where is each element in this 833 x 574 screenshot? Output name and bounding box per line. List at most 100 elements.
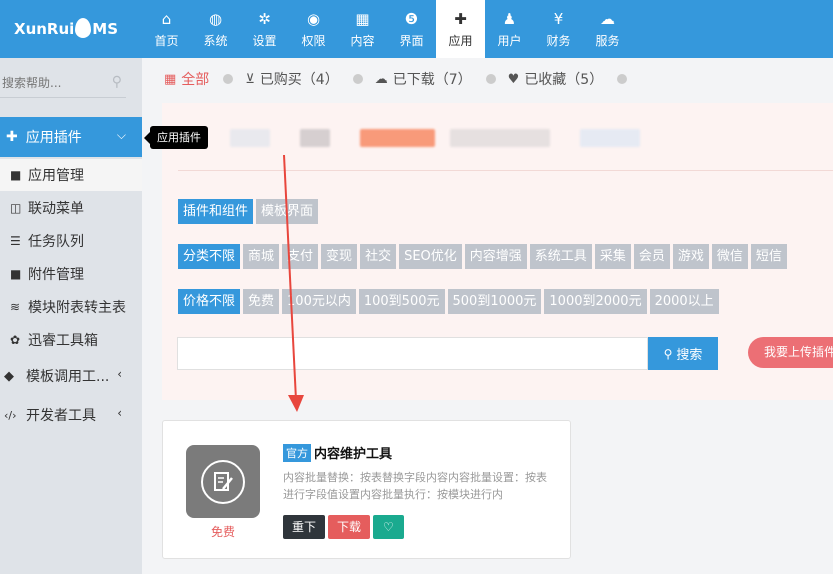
search-icon: ⚲ xyxy=(663,346,673,361)
tag-icon: ◆ xyxy=(4,368,14,384)
category-chip[interactable]: 变现 xyxy=(321,244,358,269)
sidebar-group-0[interactable]: ◆ 模板调用工... ‹ xyxy=(0,360,142,392)
top-bar: XunRui MS ⌂ 首页 ◍ 系统 ✲ 设置 ◉ 权限 ▦ 内容 ❺ 界面 ✚ 应用 ♟ 用户 ¥ 财务 ☁ 服务 xyxy=(0,0,833,58)
tab-purchased[interactable]: ⊻ 已购买（4） xyxy=(245,69,374,89)
sidebar-header-app-plugins[interactable]: ✚ 应用插件 ⌵ xyxy=(0,117,142,157)
nav-item-0[interactable]: ⌂ 首页 xyxy=(142,0,191,58)
plugin-title[interactable]: 官方 内容维护工具 xyxy=(283,443,392,462)
panel-divider xyxy=(178,170,833,171)
tab-label: 已下载（7） xyxy=(392,72,472,88)
sidebar-group-1[interactable]: ‹/› 开发者工具 ‹ xyxy=(0,399,142,431)
tooltip: 应用插件 xyxy=(144,126,208,149)
search-button-label: 搜索 xyxy=(676,348,703,363)
plugin-icon[interactable] xyxy=(186,445,260,518)
nav-item-9[interactable]: ☁ 服务 xyxy=(583,0,632,58)
sidebar-item-label: 模块附表转主表 xyxy=(28,300,126,316)
price-chip[interactable]: 100元以内 xyxy=(282,289,356,314)
plugin-card: 免费 官方 内容维护工具 内容批量替换：按表替换字段内容内容批量设置：按表进行字… xyxy=(162,420,571,559)
category-chip[interactable]: 短信 xyxy=(750,244,787,269)
nav-item-5[interactable]: ❺ 界面 xyxy=(387,0,436,58)
sidebar-item-4[interactable]: ≋ 模块附表转主表 xyxy=(0,291,142,323)
sidebar-item-1[interactable]: ◫ 联动菜单 xyxy=(0,192,142,224)
chevron-down-icon: ⌵ xyxy=(116,128,126,142)
category-chip[interactable]: 社交 xyxy=(360,244,397,269)
favorite-button[interactable]: ♡ xyxy=(373,515,404,539)
plugin-actions: 重下 下载 ♡ xyxy=(283,515,407,539)
user-icon: ♟ xyxy=(502,10,517,28)
home-icon: ⌂ xyxy=(161,10,172,28)
search-button[interactable]: ⚲ 搜索 xyxy=(648,337,718,370)
nav-label: 界面 xyxy=(399,34,424,48)
main-nav: ⌂ 首页 ◍ 系统 ✲ 设置 ◉ 权限 ▦ 内容 ❺ 界面 ✚ 应用 ♟ 用户 ¥ 财务 ☁ 服务 xyxy=(142,0,632,58)
category-chip[interactable]: SEO优化 xyxy=(399,244,462,269)
grid-icon: ▦ xyxy=(164,71,177,87)
sidebar-group-label: 模板调用工... xyxy=(26,369,110,385)
category-chip[interactable]: 游戏 xyxy=(672,244,709,269)
category-chip[interactable]: 会员 xyxy=(633,244,670,269)
reinstall-button[interactable]: 重下 xyxy=(283,515,326,539)
sidebar-item-icon: ☰ xyxy=(10,234,21,248)
tab-all[interactable]: ▦ 全部 xyxy=(164,69,245,89)
sidebar-item-icon: ■ xyxy=(10,267,22,281)
nav-item-4[interactable]: ▦ 内容 xyxy=(338,0,387,58)
category-chip[interactable]: 系统工具 xyxy=(529,244,592,269)
category-chip[interactable]: 支付 xyxy=(282,244,319,269)
nav-item-3[interactable]: ◉ 权限 xyxy=(289,0,338,58)
sidebar-item-icon: ■ xyxy=(10,168,22,182)
nav-item-1[interactable]: ◍ 系统 xyxy=(191,0,240,58)
filter-row-type: 插件和组件 模板界面 xyxy=(178,199,321,224)
sidebar-search-input[interactable] xyxy=(0,70,100,96)
tab-separator xyxy=(617,74,628,84)
nav-item-7[interactable]: ♟ 用户 xyxy=(485,0,534,58)
logo-text-a: XunRui xyxy=(14,20,75,38)
tab-favorited[interactable]: ♥ 已收藏（5） xyxy=(508,69,640,89)
price-chip[interactable]: 2000以上 xyxy=(649,289,719,314)
plugin-search-input[interactable] xyxy=(177,337,648,370)
plugin-description: 内容批量替换：按表替换字段内容内容批量设置：按表进行字段值设置内容批量执行：按模… xyxy=(283,471,547,501)
search-icon[interactable]: ⚲ xyxy=(112,74,122,90)
puzzle-icon: ✚ xyxy=(6,129,18,145)
category-chip[interactable]: 内容增强 xyxy=(464,244,527,269)
category-chip[interactable]: 分类不限 xyxy=(178,244,241,269)
price-chip[interactable]: 500到1000元 xyxy=(447,289,542,314)
gears-icon: ✲ xyxy=(258,10,271,28)
category-chip[interactable]: 商城 xyxy=(243,244,280,269)
type-chip[interactable]: 插件和组件 xyxy=(178,199,254,224)
official-badge: 官方 xyxy=(283,443,311,462)
nav-item-2[interactable]: ✲ 设置 xyxy=(240,0,289,58)
sidebar-item-icon: ≋ xyxy=(10,300,21,314)
nav-item-8[interactable]: ¥ 财务 xyxy=(534,0,583,58)
tab-downloaded[interactable]: ☁ 已下载（7） xyxy=(375,69,508,89)
heart-icon: ♡ xyxy=(383,520,394,534)
type-chip[interactable]: 模板界面 xyxy=(256,199,319,224)
nav-label: 系统 xyxy=(203,34,228,48)
category-chip[interactable]: 采集 xyxy=(594,244,631,269)
blurred-account-info xyxy=(180,127,650,149)
nav-label: 服务 xyxy=(595,34,620,48)
cart-icon: ⊻ xyxy=(245,71,255,87)
nav-label: 首页 xyxy=(154,34,179,48)
upload-plugin-button[interactable]: 我要上传插件 xyxy=(748,337,833,368)
sidebar-item-5[interactable]: ✿ 迅睿工具箱 xyxy=(0,324,142,356)
download-button[interactable]: 下载 xyxy=(328,515,371,539)
chevron-left-icon: ‹ xyxy=(117,367,122,381)
nav-label: 用户 xyxy=(497,34,522,48)
tab-label: 全部 xyxy=(181,72,210,88)
sidebar-item-3[interactable]: ■ 附件管理 xyxy=(0,258,142,290)
category-chip[interactable]: 微信 xyxy=(711,244,748,269)
price-chip[interactable]: 价格不限 xyxy=(178,289,241,314)
logo[interactable]: XunRui MS xyxy=(0,0,142,58)
price-label: 免费 xyxy=(210,525,235,539)
nav-label: 设置 xyxy=(252,34,277,48)
logo-drop-icon xyxy=(75,18,92,38)
price-chip[interactable]: 免费 xyxy=(243,289,280,314)
sidebar-item-2[interactable]: ☰ 任务队列 xyxy=(0,225,142,257)
sidebar-item-0[interactable]: ■ 应用管理 xyxy=(0,159,142,191)
price-chip[interactable]: 100到500元 xyxy=(358,289,445,314)
sidebar-item-label: 应用管理 xyxy=(28,168,84,184)
nav-item-6[interactable]: ✚ 应用 xyxy=(436,0,485,58)
logo-text-b: MS xyxy=(92,20,119,38)
price-chip[interactable]: 1000到2000元 xyxy=(544,289,647,314)
sidebar-item-icon: ✿ xyxy=(10,333,21,347)
nav-label: 权限 xyxy=(301,34,326,48)
